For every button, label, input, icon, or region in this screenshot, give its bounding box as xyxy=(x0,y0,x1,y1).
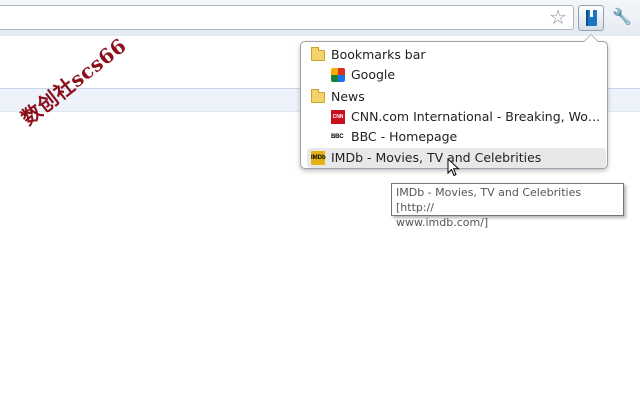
bookmark-tooltip: IMDb - Movies, TV and Celebrities [http:… xyxy=(391,183,624,229)
cnn-favicon: CNN xyxy=(331,110,345,124)
bookmark-extension-icon xyxy=(586,10,597,26)
bookmark-label: IMDb - Movies, TV and Celebrities xyxy=(331,150,542,165)
folder-bookmarks-bar[interactable]: Bookmarks bar xyxy=(311,45,601,65)
bookmark-label: Google xyxy=(351,67,396,82)
bookmark-label: CNN.com International - Breaking, World.… xyxy=(351,109,601,124)
imdb-favicon: IMDb xyxy=(311,151,326,165)
watermark: 数创社scs66 xyxy=(16,33,131,131)
browser-toolbar: ☆ 🔧 xyxy=(0,0,640,36)
wrench-icon[interactable]: 🔧 xyxy=(612,7,632,27)
folder-icon xyxy=(311,89,325,103)
bookmark-label: BBC - Homepage xyxy=(351,129,458,144)
google-favicon xyxy=(331,68,345,82)
bookmark-bbc[interactable]: BBC BBC - Homepage xyxy=(331,127,601,147)
bookmark-cnn[interactable]: CNN CNN.com International - Breaking, Wo… xyxy=(331,107,601,127)
mouse-cursor-icon xyxy=(447,158,460,177)
bookmarks-popup: Bookmarks bar Google News CNN CNN.com In… xyxy=(300,34,608,169)
folder-news[interactable]: News xyxy=(311,87,601,107)
address-bar[interactable] xyxy=(0,5,574,30)
folder-label: Bookmarks bar xyxy=(331,47,426,62)
bbc-favicon: BBC xyxy=(331,134,344,140)
bookmark-extension-button[interactable] xyxy=(578,5,604,31)
folder-icon xyxy=(311,47,325,61)
folder-label: News xyxy=(331,89,365,104)
star-icon[interactable]: ☆ xyxy=(547,6,569,28)
bookmark-google[interactable]: Google xyxy=(331,65,601,85)
